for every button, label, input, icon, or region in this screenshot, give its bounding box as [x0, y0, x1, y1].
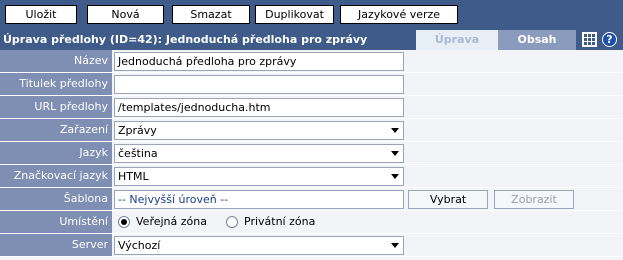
- public-zone-radio[interactable]: [118, 216, 130, 228]
- tab-edit[interactable]: Úprava: [416, 30, 498, 50]
- row-name: Název Jednoduchá předloha pro zprávy: [0, 50, 623, 73]
- tab-content[interactable]: Obsah: [498, 30, 576, 50]
- save-button[interactable]: Uložit: [5, 5, 77, 24]
- language-value: čeština: [118, 147, 158, 160]
- category-label: Zařazení: [0, 119, 112, 142]
- server-select[interactable]: Výchozí: [114, 236, 404, 255]
- row-category: Zařazení Zprávy: [0, 119, 623, 142]
- help-icon[interactable]: ?: [602, 32, 617, 47]
- chevron-down-icon: [391, 174, 399, 179]
- category-value: Zprávy: [118, 124, 157, 137]
- delete-button[interactable]: Smazat: [172, 5, 250, 24]
- markup-label: Značkovací jazyk: [0, 165, 112, 188]
- language-select[interactable]: čeština: [114, 144, 404, 163]
- row-markup: Značkovací jazyk HTML: [0, 165, 623, 188]
- grid-icon[interactable]: [582, 32, 597, 47]
- category-select[interactable]: Zprávy: [114, 121, 404, 140]
- page-title: Úprava předlohy (ID=42): Jednoduchá před…: [3, 33, 368, 46]
- server-value: Výchozí: [118, 239, 161, 252]
- markup-value: HTML: [118, 170, 149, 183]
- private-zone-radio[interactable]: [226, 216, 238, 228]
- public-zone-label[interactable]: Veřejná zóna: [136, 215, 207, 228]
- toolbar: Uložit Nová Smazat Duplikovat Jazykové v…: [0, 0, 623, 29]
- url-label: URL předlohy: [0, 96, 112, 119]
- select-template-button[interactable]: Vybrat: [408, 190, 488, 209]
- chevron-down-icon: [391, 128, 399, 133]
- chevron-down-icon: [391, 151, 399, 156]
- row-caption: Titulek předlohy: [0, 73, 623, 96]
- server-label: Server: [0, 234, 112, 257]
- language-label: Jazyk: [0, 142, 112, 165]
- private-zone-label[interactable]: Privátní zóna: [244, 215, 315, 228]
- template-label: Šablona: [0, 188, 112, 211]
- name-label: Název: [0, 50, 112, 73]
- row-server: Server Výchozí: [0, 234, 623, 257]
- row-url: URL předlohy /templates/jednoducha.htm: [0, 96, 623, 119]
- show-template-button: Zobrazit: [494, 190, 574, 209]
- caption-label: Titulek předlohy: [0, 73, 112, 96]
- template-field: -- Nejvyšší úroveň --: [114, 190, 404, 209]
- markup-select[interactable]: HTML: [114, 167, 404, 186]
- caption-input[interactable]: [114, 75, 404, 94]
- placement-label: Umístění: [0, 211, 112, 234]
- language-versions-button[interactable]: Jazykové verze: [340, 5, 458, 24]
- name-input[interactable]: Jednoduchá předloha pro zprávy: [114, 52, 404, 71]
- url-input[interactable]: /templates/jednoducha.htm: [114, 98, 404, 117]
- new-button[interactable]: Nová: [87, 5, 164, 24]
- row-template: Šablona -- Nejvyšší úroveň -- Vybrat Zob…: [0, 188, 623, 211]
- page-header: Úprava předlohy (ID=42): Jednoduchá před…: [0, 29, 623, 50]
- row-language: Jazyk čeština: [0, 142, 623, 165]
- row-placement: Umístění Veřejná zóna Privátní zóna: [0, 211, 623, 234]
- duplicate-button[interactable]: Duplikovat: [255, 5, 334, 24]
- chevron-down-icon: [391, 243, 399, 248]
